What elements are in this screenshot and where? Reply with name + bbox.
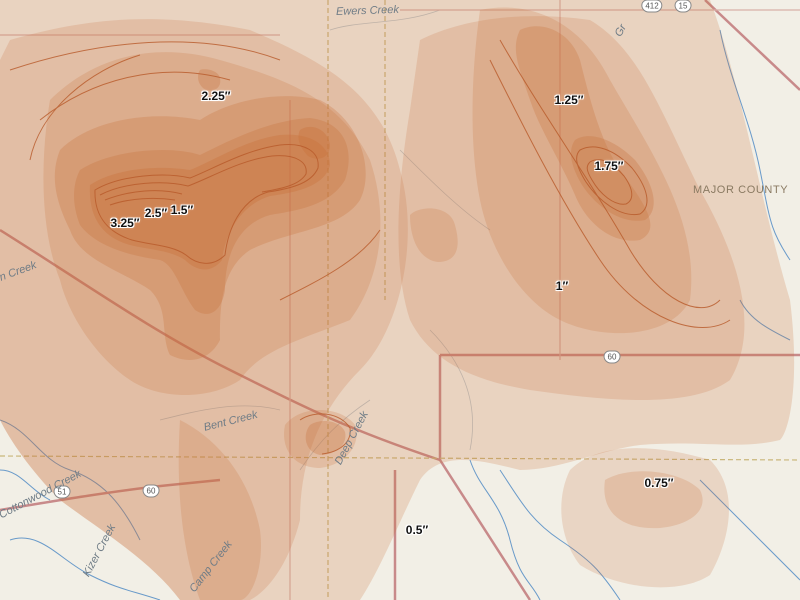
us-412-shield: 412 (641, 0, 663, 13)
map-canvas[interactable] (0, 0, 800, 600)
rainfall-map[interactable]: 412 15 60 60 51 MAJOR COUNTY Ewers Creek… (0, 0, 800, 600)
county-label: MAJOR COUNTY (693, 184, 789, 196)
us-60-shield-west: 60 (142, 484, 160, 498)
creek-label-ewers: Ewers Creek (335, 3, 400, 18)
us-60-shield-east: 60 (603, 350, 621, 364)
state-15-shield: 15 (674, 0, 692, 13)
